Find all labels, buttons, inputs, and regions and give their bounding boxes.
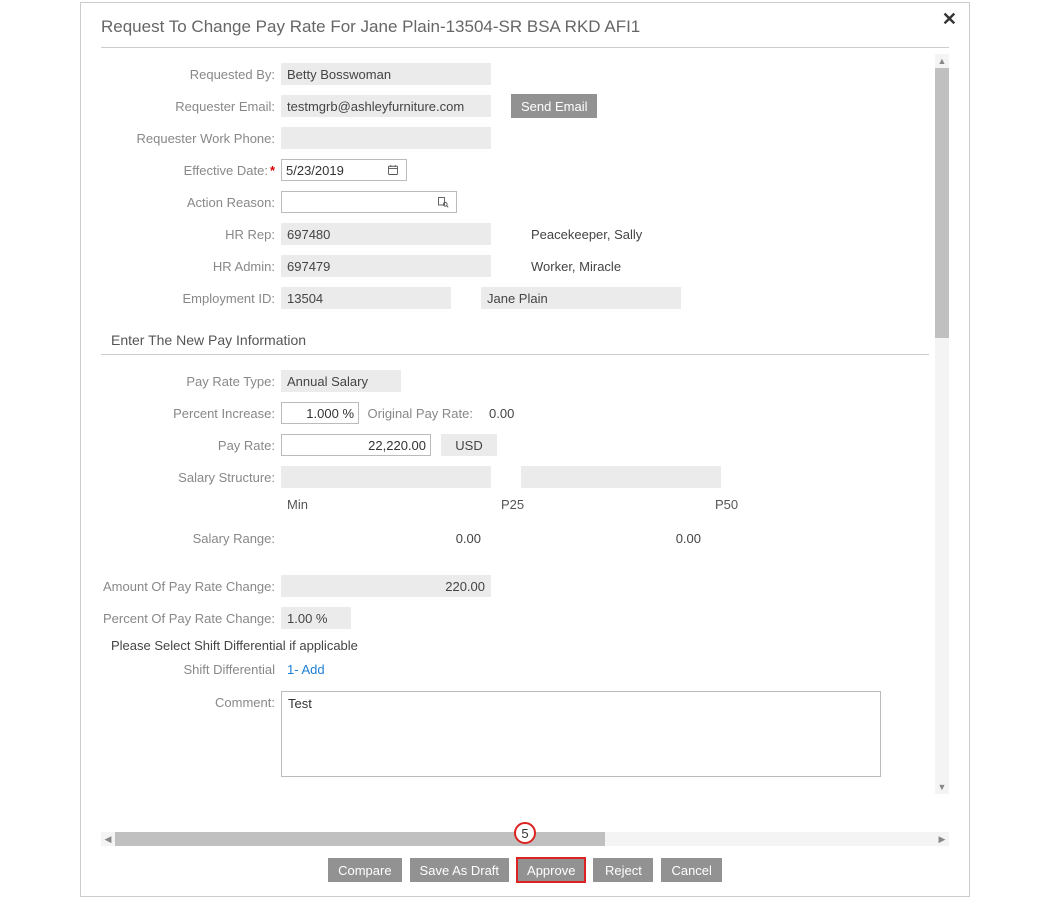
pay-rate-currency: USD: [441, 434, 497, 456]
original-pay-rate-value: 0.00: [479, 406, 514, 421]
pay-rate-type-value: Annual Salary: [281, 370, 401, 392]
scroll-up-icon[interactable]: ▲: [935, 54, 949, 68]
range-p50-header: P50: [715, 497, 929, 512]
dialog-title: Request To Change Pay Rate For Jane Plai…: [101, 13, 949, 48]
shift-diff-note: Please Select Shift Differential if appl…: [111, 638, 929, 653]
amount-change-label: Amount Of Pay Rate Change:: [101, 579, 281, 594]
salary-range-min: 0.00: [281, 531, 501, 546]
requester-work-phone-label: Requester Work Phone:: [101, 131, 281, 146]
original-pay-rate-label: Original Pay Rate:: [359, 406, 479, 421]
shift-diff-add-link[interactable]: 1- Add: [287, 662, 325, 677]
action-reason-label: Action Reason:: [101, 195, 281, 210]
requester-email-label: Requester Email:: [101, 99, 281, 114]
salary-range-label: Salary Range:: [101, 531, 281, 546]
lookup-icon[interactable]: [436, 195, 450, 209]
salary-structure-2: [521, 466, 721, 488]
hr-admin-name: Worker, Miracle: [521, 259, 621, 274]
reject-button[interactable]: Reject: [593, 858, 653, 882]
comment-label: Comment:: [101, 691, 281, 710]
scroll-area: Requested By: Betty Bosswoman Requester …: [101, 54, 949, 828]
pay-rate-label: Pay Rate:: [101, 438, 281, 453]
action-reason-input[interactable]: [281, 191, 457, 213]
comment-input[interactable]: [281, 691, 881, 777]
requested-by-label: Requested By:: [101, 67, 281, 82]
employment-id-label: Employment ID:: [101, 291, 281, 306]
hr-rep-value: 697480: [281, 223, 491, 245]
scroll-down-icon[interactable]: ▼: [935, 780, 949, 794]
vertical-scroll-thumb[interactable]: [935, 68, 949, 338]
send-email-button[interactable]: Send Email: [511, 94, 597, 118]
step-badge: 5: [514, 822, 536, 844]
hr-admin-value: 697479: [281, 255, 491, 277]
hr-rep-name: Peacekeeper, Sally: [521, 227, 642, 242]
scroll-right-icon[interactable]: ▶: [935, 832, 949, 846]
effective-date-label: Effective Date:*: [101, 163, 281, 178]
vertical-scrollbar[interactable]: ▲ ▼: [935, 54, 949, 794]
effective-date-input[interactable]: 5/23/2019: [281, 159, 407, 181]
calendar-icon[interactable]: [386, 163, 400, 177]
shift-diff-label: Shift Differential: [101, 662, 281, 677]
hr-admin-label: HR Admin:: [101, 259, 281, 274]
range-headers: Min P25 P50: [287, 497, 929, 512]
requested-by-value: Betty Bosswoman: [281, 63, 491, 85]
approve-button[interactable]: Approve: [517, 858, 585, 882]
salary-range-p25: 0.00: [501, 531, 721, 546]
range-min-header: Min: [287, 497, 501, 512]
close-icon[interactable]: ✕: [942, 9, 957, 30]
cancel-button[interactable]: Cancel: [661, 858, 721, 882]
save-as-draft-button[interactable]: Save As Draft: [410, 858, 509, 882]
modal-dialog: ✕ Request To Change Pay Rate For Jane Pl…: [80, 2, 970, 897]
percent-increase-label: Percent Increase:: [101, 406, 281, 421]
requester-email-value: testmgrb@ashleyfurniture.com: [281, 95, 491, 117]
amount-change-value: 220.00: [281, 575, 491, 597]
dialog-footer: 5 Compare Save As Draft Approve Reject C…: [101, 846, 949, 896]
hr-rep-label: HR Rep:: [101, 227, 281, 242]
employment-id-value: 13504: [281, 287, 451, 309]
pay-rate-type-label: Pay Rate Type:: [101, 374, 281, 389]
salary-structure-1: [281, 466, 491, 488]
range-p25-header: P25: [501, 497, 715, 512]
scroll-left-icon[interactable]: ◀: [101, 832, 115, 846]
pay-rate-input[interactable]: 22,220.00: [281, 434, 431, 456]
percent-change-value: 1.00 %: [281, 607, 351, 629]
compare-button[interactable]: Compare: [328, 858, 401, 882]
pay-section-header: Enter The New Pay Information: [101, 328, 929, 355]
percent-change-label: Percent Of Pay Rate Change:: [101, 611, 281, 626]
requester-work-phone-value: [281, 127, 491, 149]
employment-name-value: Jane Plain: [481, 287, 681, 309]
percent-increase-input[interactable]: 1.000 %: [281, 402, 359, 424]
salary-structure-label: Salary Structure:: [101, 470, 281, 485]
